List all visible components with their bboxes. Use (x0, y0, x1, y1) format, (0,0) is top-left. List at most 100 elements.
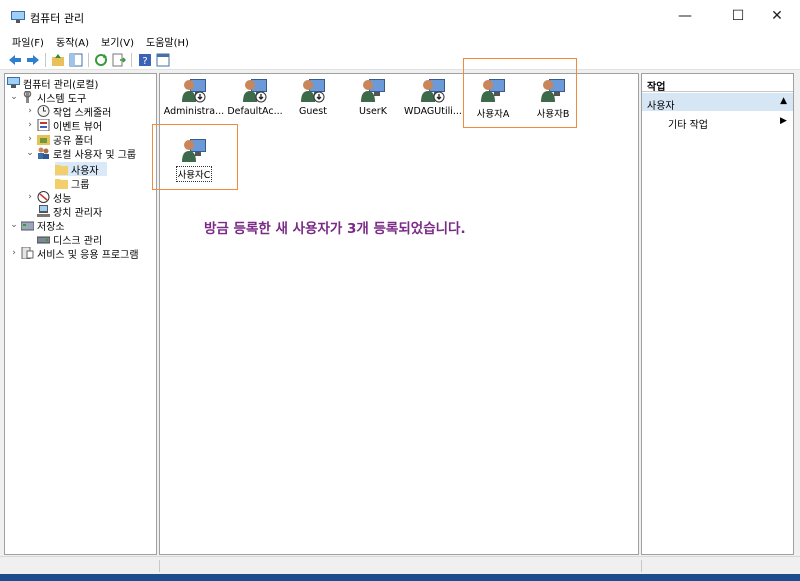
tree-item-task-scheduler[interactable]: › 작업 스케줄러 (25, 104, 112, 119)
user-account-icon (541, 79, 565, 102)
folder-icon (55, 165, 68, 175)
shared-folder-icon (37, 135, 50, 145)
more-actions-item[interactable]: 기타 작업 (668, 116, 708, 131)
tree-item-system-tools[interactable]: ⌄ 시스템 도구 (9, 90, 87, 105)
tree-item-local-users-groups[interactable]: ⌄ 로컬 사용자 및 그룹 (25, 146, 137, 161)
tree-item-computer-management[interactable]: 컴퓨터 관리(로컬) (7, 76, 98, 91)
menu-help[interactable]: 도움말(H) (146, 34, 189, 49)
minimize-button[interactable]: — (662, 0, 708, 32)
collapse-up-icon[interactable]: ▲ (780, 96, 787, 106)
user-item-defaultaccount[interactable]: DefaultAc... (223, 74, 287, 124)
chevron-right-icon[interactable]: › (25, 134, 35, 144)
chevron-down-icon[interactable]: ⌄ (25, 148, 35, 158)
tree-label: 로컬 사용자 및 그룹 (53, 149, 137, 161)
chevron-right-icon[interactable]: › (25, 106, 35, 116)
chevron-right-icon[interactable]: › (9, 248, 19, 258)
toolbar-divider (131, 53, 132, 67)
storage-icon (21, 221, 34, 231)
menu-file[interactable]: 파일(F) (12, 34, 44, 49)
menu-action[interactable]: 동작(A) (56, 34, 89, 49)
annotation-text: 방금 등록한 새 사용자가 3개 등록되었습니다. (204, 221, 466, 237)
services-icon (21, 247, 34, 259)
user-account-icon (182, 139, 206, 162)
clock-icon (37, 105, 50, 117)
users-group-icon (38, 147, 49, 159)
close-button[interactable]: ✕ (754, 0, 800, 32)
tree-label: 작업 스케줄러 (53, 107, 112, 119)
actions-section-users[interactable]: 사용자 ▲ (642, 93, 793, 112)
toolbar-divider (88, 53, 89, 67)
chevron-right-icon[interactable]: › (25, 192, 35, 202)
user-account-icon (243, 79, 267, 103)
status-bar (0, 556, 800, 574)
device-manager-icon (37, 205, 50, 217)
tree-item-shared-folders[interactable]: › 공유 폴더 (25, 132, 93, 147)
show-hide-tree-icon[interactable] (69, 53, 83, 67)
tree-label: 그룹 (71, 179, 90, 191)
user-item-user-c[interactable]: 사용자C (162, 134, 226, 184)
user-item-wdagutility[interactable]: WDAGUtili... (401, 74, 465, 124)
user-account-icon (361, 79, 385, 102)
window-title: 컴퓨터 관리 (30, 12, 85, 25)
menu-bar: 파일(F) 동작(A) 보기(V) 도움말(H) (0, 32, 800, 50)
properties-icon[interactable] (156, 53, 170, 67)
back-arrow-icon[interactable] (8, 53, 22, 67)
user-label: DefaultAc... (227, 106, 283, 117)
taskbar (0, 574, 800, 581)
user-account-icon (481, 79, 505, 102)
tree-label: 이벤트 뷰어 (53, 121, 103, 133)
chevron-down-icon[interactable]: ⌄ (9, 92, 19, 102)
event-viewer-icon (37, 119, 50, 131)
user-label: Administra... (163, 106, 225, 117)
help-icon[interactable]: ? (138, 53, 152, 67)
menu-view[interactable]: 보기(V) (101, 34, 134, 49)
title-bar: 컴퓨터 관리 — ☐ ✕ (0, 0, 800, 32)
tree-item-services-apps[interactable]: › 서비스 및 응용 프로그램 (9, 246, 139, 261)
tree-label: 저장소 (37, 221, 65, 233)
user-label: 사용자A (476, 109, 510, 120)
tree-item-performance[interactable]: › 성능 (25, 190, 71, 205)
user-item-guest[interactable]: Guest (281, 74, 345, 124)
folder-icon (55, 179, 68, 189)
chevron-right-icon[interactable]: › (25, 120, 35, 130)
submenu-arrow-icon[interactable]: ▶ (780, 116, 787, 126)
tree-label: 공유 폴더 (53, 135, 93, 147)
tree-item-device-manager[interactable]: 장치 관리자 (37, 204, 102, 219)
user-label: Guest (299, 106, 327, 117)
user-item-user-b[interactable]: 사용자B (521, 74, 585, 124)
user-item-user-a[interactable]: 사용자A (461, 74, 525, 124)
user-label: UserK (359, 106, 387, 117)
performance-icon (37, 191, 50, 203)
tree-item-storage[interactable]: ⌄ 저장소 (9, 218, 65, 233)
tools-icon (23, 91, 32, 103)
status-divider (159, 560, 160, 572)
console-tree: 컴퓨터 관리(로컬) ⌄ 시스템 도구 › 작업 스케줄러 › 이벤트 뷰어 ›… (4, 73, 157, 555)
tree-item-users[interactable]: 사용자 (55, 162, 99, 177)
up-folder-icon[interactable] (51, 53, 65, 67)
users-list-pane: Administra... DefaultAc... Guest UserK W… (152, 58, 639, 555)
tree-item-event-viewer[interactable]: › 이벤트 뷰어 (25, 118, 103, 133)
user-account-icon (301, 79, 325, 103)
refresh-icon[interactable] (94, 53, 108, 67)
tree-item-groups[interactable]: 그룹 (55, 176, 90, 191)
user-account-icon (182, 79, 206, 103)
forward-arrow-icon[interactable] (26, 53, 40, 67)
user-item-userk[interactable]: UserK (341, 74, 405, 124)
toolbar: ? (0, 50, 800, 70)
tree-item-disk-management[interactable]: 디스크 관리 (37, 232, 102, 247)
user-label: WDAGUtili... (404, 106, 462, 117)
tree-label: 사용자 (71, 165, 99, 177)
tree-label: 시스템 도구 (37, 93, 87, 105)
svg-text:?: ? (142, 56, 147, 67)
user-label: 사용자C (176, 166, 212, 182)
status-divider (641, 560, 642, 572)
export-list-icon[interactable] (112, 53, 126, 67)
tree-label: 서비스 및 응용 프로그램 (37, 249, 139, 261)
chevron-down-icon[interactable]: ⌄ (9, 220, 19, 230)
user-item-administrator[interactable]: Administra... (162, 74, 226, 124)
user-account-icon (421, 79, 445, 103)
disk-icon (37, 236, 50, 244)
toolbar-divider (45, 53, 46, 67)
actions-section-label: 사용자 (647, 101, 675, 112)
computer-management-icon (7, 77, 20, 88)
